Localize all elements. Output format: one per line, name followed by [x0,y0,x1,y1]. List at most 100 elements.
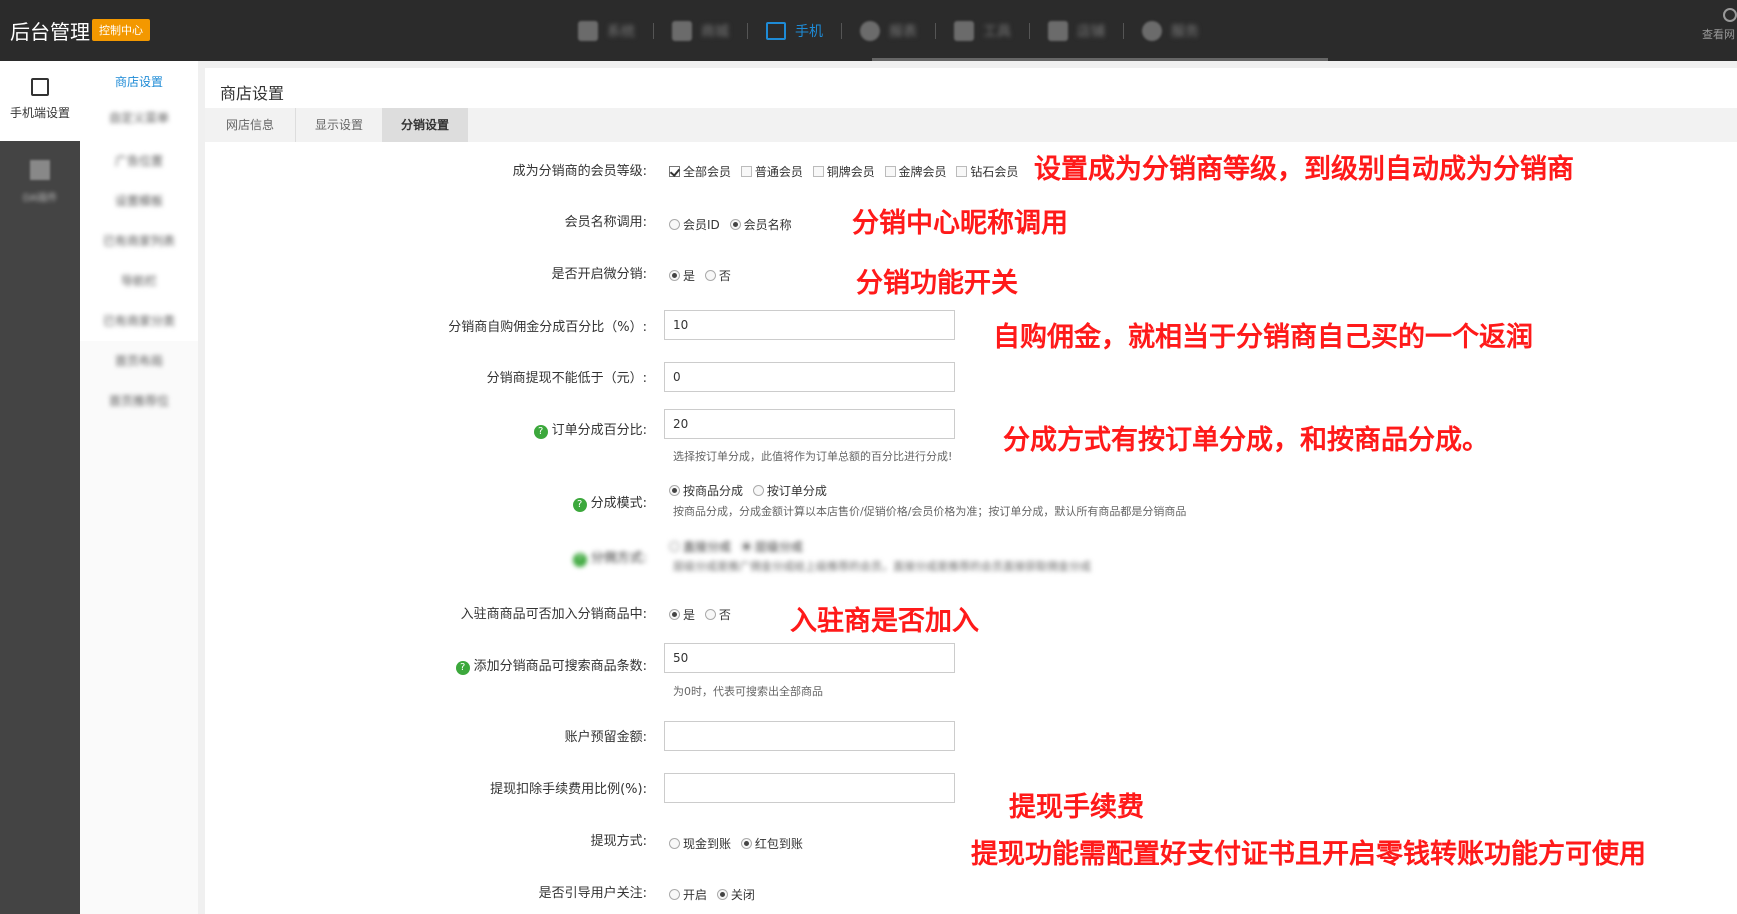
merchant-join-no[interactable]: 否 [704,606,731,623]
split-mode-hint: 按商品分成，分成金额计算以本店售价/促销价格/会员价格为准；按订单分成，默认所有… [673,505,1187,518]
option-label: 按商品分成 [683,484,744,498]
help-icon[interactable]: ? [455,661,470,675]
min-withdraw-label: 分销商提现不能低于（元）: [486,371,647,386]
annotation-nickname: 分销中心昵称调用 [852,208,1068,239]
option-label: 开启 [683,888,708,902]
self-buy-input[interactable]: 10 [664,310,955,340]
radio[interactable] [729,219,741,230]
fee-rate-input[interactable] [664,773,955,803]
nav-service[interactable]: 服务 [1124,0,1217,61]
sidebar-item-mobile-settings[interactable]: 手机端设置 [0,61,80,141]
radio[interactable] [669,219,680,230]
nav-mobile-label: 手机 [795,23,823,40]
subnav-item[interactable]: 已有商家分类 [80,312,198,329]
document-icon [31,78,49,96]
help-icon[interactable]: ? [533,425,548,439]
member-level-gold[interactable]: 金牌会员 [884,163,947,180]
split-mode-by-order[interactable]: 按订单分成 [752,482,827,499]
micro-dist-no[interactable]: 否 [704,267,731,284]
subnav-item[interactable]: 设置模板 [80,192,198,209]
nav-tools-label: 工具 [983,23,1011,40]
withdraw-cash[interactable]: 现金到账 [669,835,731,852]
help-icon[interactable]: ? [572,553,587,567]
subnav-item[interactable]: 首页布局 [80,352,198,369]
follow-off[interactable]: 关闭 [716,886,755,903]
control-center-badge[interactable]: 控制中心 [92,19,150,41]
sidebar-item-plugin[interactable]: DA插件 [0,150,80,210]
member-level-bronze[interactable]: 铜牌会员 [812,163,875,180]
view-site-label: 查看网 [1702,28,1735,41]
help-icon[interactable]: ? [572,498,587,512]
subnav-item[interactable]: 首页推荐位 [80,392,198,409]
subnav-shop-settings[interactable]: 商店设置 [80,73,198,90]
member-level-diamond[interactable]: 钻石会员 [956,163,1018,180]
checkbox[interactable] [956,166,968,177]
search-icon [1723,8,1737,22]
subnav-item[interactable]: 已有商家列表 [80,232,198,249]
checkbox[interactable] [884,166,896,177]
radio[interactable] [669,270,680,281]
option-label: 钻石会员 [970,165,1019,179]
annotation-self-buy: 自购佣金，就相当于分销商自己买的一个返润 [993,322,1533,353]
checkbox[interactable] [669,166,680,177]
radio[interactable] [752,485,764,496]
page-title: 商店设置 [220,84,285,103]
subnav-item[interactable]: 导航栏 [80,272,198,289]
nav-report[interactable]: 报表 [842,0,935,61]
blurred-option-2[interactable]: 层级分成 [740,538,803,555]
tab-distribution-settings[interactable]: 分销设置 [383,108,468,142]
follow-on[interactable]: 开启 [669,886,707,903]
merchant-join-options: 是 否 [669,606,737,623]
radio[interactable] [669,541,680,552]
search-count-hint: 为0时，代表可搜索出全部商品 [673,685,823,698]
nav-mobile[interactable]: 手机 [748,0,841,61]
nav-tools[interactable]: 工具 [936,0,1029,61]
checkbox[interactable] [740,166,752,177]
radio[interactable] [669,889,680,900]
search-count-input[interactable]: 50 [664,643,955,673]
merchant-join-yes[interactable]: 是 [669,606,695,623]
radio[interactable] [669,609,680,620]
order-percent-input[interactable]: 20 [664,409,955,439]
radio[interactable] [740,838,752,849]
reserve-input[interactable] [664,721,955,751]
nav-system[interactable]: 系统 [560,0,653,61]
blurred-row-label: 分佣方式: [590,551,647,566]
radio[interactable] [704,609,716,620]
tab-display-settings[interactable]: 显示设置 [296,108,383,142]
subnav-item[interactable]: 自定义菜单 [80,109,198,126]
option-label: 直接分成 [683,540,732,554]
radio[interactable] [704,270,716,281]
nav-mall[interactable]: 商城 [654,0,747,61]
member-level-label: 成为分销商的会员等级: [512,164,647,179]
nav-shop[interactable]: 店铺 [1030,0,1123,61]
option-label: 金牌会员 [898,165,947,179]
subnav-item[interactable]: 广告位置 [80,152,198,169]
top-right-view[interactable]: 查看网 [1697,8,1737,42]
min-withdraw-input[interactable]: 0 [664,362,955,392]
merchant-join-label: 入驻商商品可否加入分销商品中: [460,607,647,622]
shop-icon [1048,20,1068,41]
top-nav: 系统 商城 手机 报表 工具 店铺 服务 [560,0,1217,61]
member-level-normal[interactable]: 普通会员 [740,163,803,180]
order-percent-label-row: ? 订单分成百分比: [187,419,647,439]
option-label: 否 [718,608,731,622]
member-level-all[interactable]: 全部会员 [669,163,731,180]
member-name-id[interactable]: 会员ID [669,216,720,233]
blurred-option-1[interactable]: 直接分成 [669,538,731,555]
search-count-label-row: ? 添加分销商品可搜索商品条数: [187,655,647,675]
micro-dist-yes[interactable]: 是 [669,267,695,284]
tab-shop-info[interactable]: 网店信息 [205,108,296,142]
clock-icon [860,20,880,41]
withdraw-redpacket[interactable]: 红包到账 [740,835,803,852]
split-mode-by-product[interactable]: 按商品分成 [669,482,743,499]
member-name-name[interactable]: 会员名称 [729,216,792,233]
fee-rate-label: 提现扣除手续费用比例(%): [490,782,647,797]
option-label: 是 [683,608,696,622]
option-label: 是 [683,269,696,283]
radio[interactable] [716,889,728,900]
checkbox[interactable] [812,166,824,177]
radio[interactable] [740,541,752,552]
radio[interactable] [669,485,680,496]
radio[interactable] [669,838,680,849]
